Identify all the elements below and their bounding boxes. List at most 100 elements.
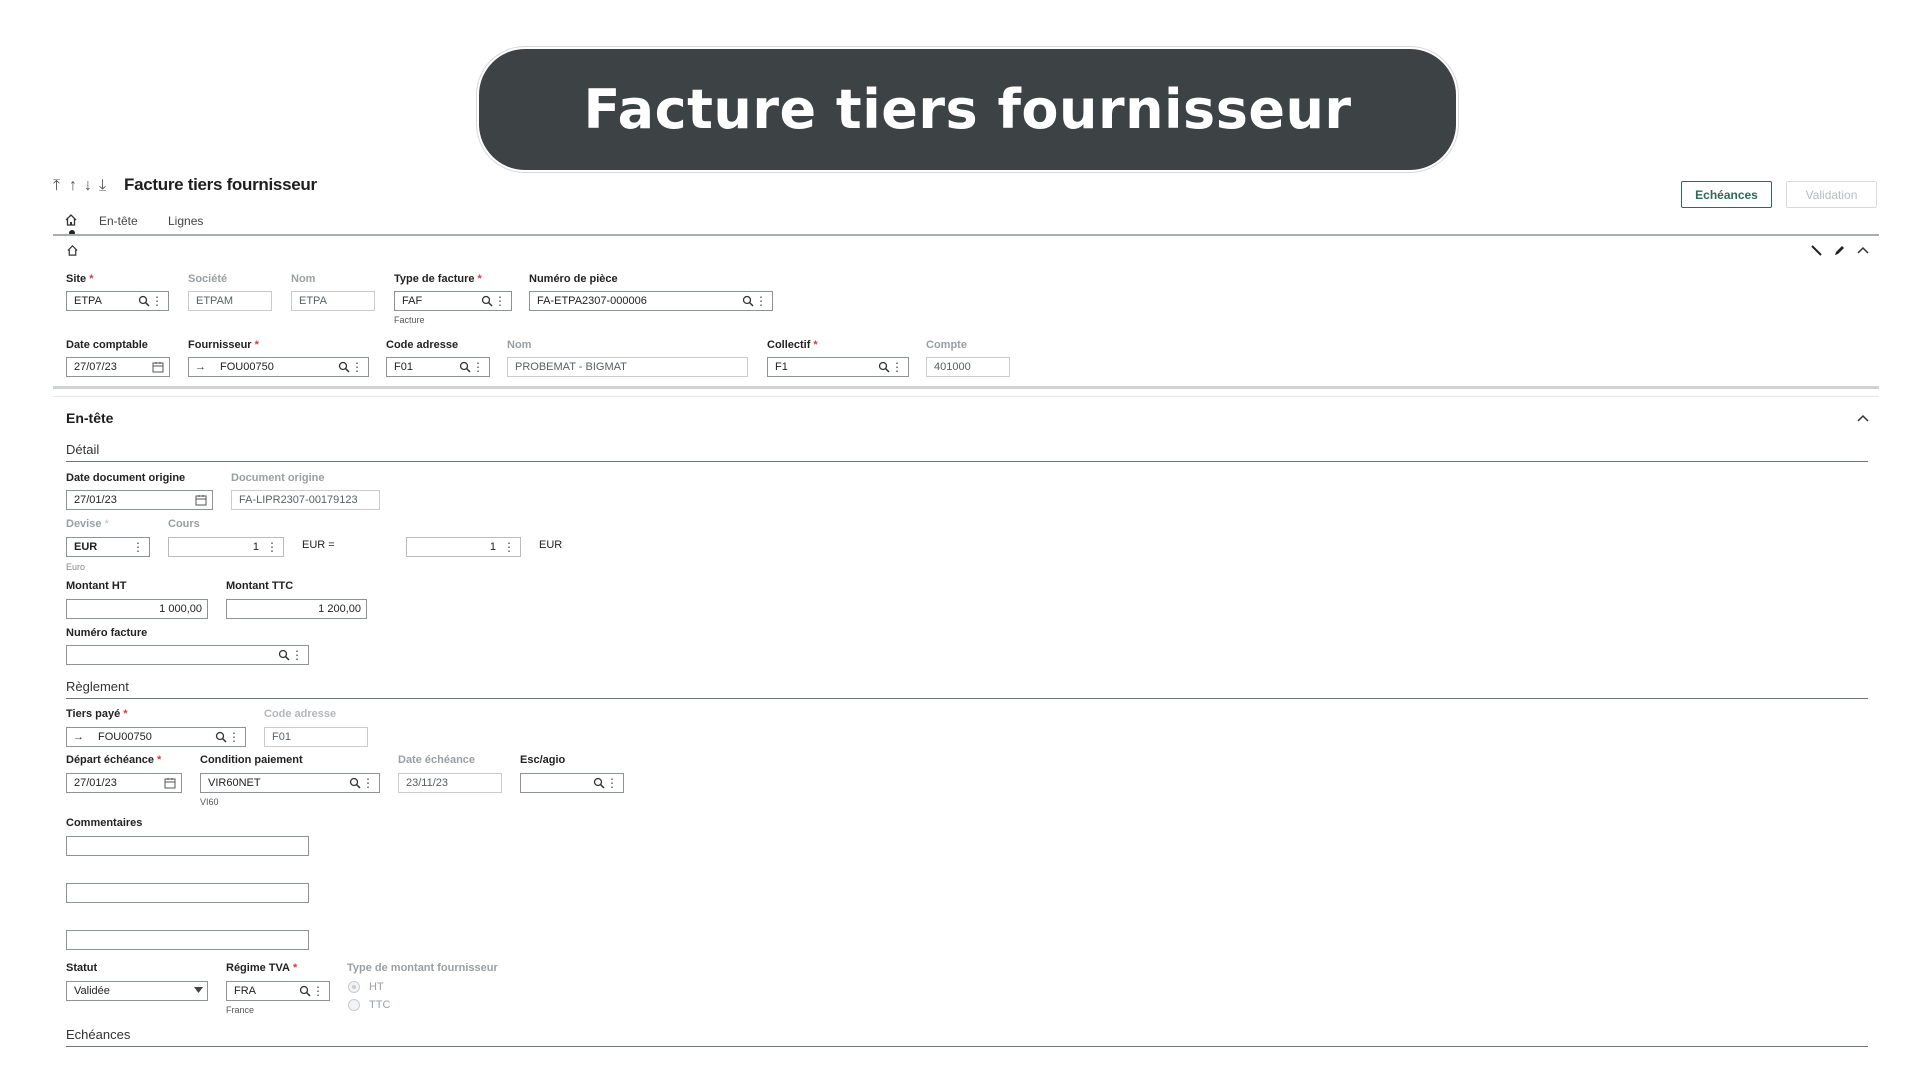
detail-divider bbox=[66, 461, 1868, 462]
devise-field[interactable]: EUR ⋮ bbox=[66, 537, 150, 557]
tab-entete[interactable]: En-tête bbox=[99, 214, 138, 228]
search-icon[interactable] bbox=[338, 361, 350, 373]
date-comptable-label: Date comptable bbox=[66, 339, 148, 351]
more-options-icon[interactable]: ⋮ bbox=[228, 730, 240, 744]
nom-field: ETPA bbox=[291, 291, 375, 311]
search-icon[interactable] bbox=[593, 777, 605, 789]
tunnel-arrow-icon[interactable]: → bbox=[195, 361, 206, 373]
date-echeance-field: 23/11/23 bbox=[398, 773, 502, 793]
search-icon[interactable] bbox=[138, 295, 150, 307]
tunnel-arrow-icon[interactable]: → bbox=[73, 731, 84, 743]
regime-tva-description: France bbox=[226, 1005, 255, 1015]
regime-tva-label: Régime TVA * bbox=[226, 962, 298, 974]
calendar-icon[interactable] bbox=[164, 777, 176, 789]
search-icon[interactable] bbox=[878, 361, 890, 373]
tiers-paye-field[interactable]: → FOU00750 ⋮ bbox=[66, 727, 246, 747]
code-adresse-reglement-field: F01 bbox=[264, 727, 368, 747]
dropdown-caret-icon[interactable] bbox=[194, 987, 203, 993]
more-options-icon[interactable]: ⋮ bbox=[494, 294, 506, 308]
search-icon[interactable] bbox=[481, 295, 493, 307]
regime-tva-field[interactable]: FRA ⋮ bbox=[226, 981, 330, 1001]
more-options-icon[interactable]: ⋮ bbox=[891, 360, 903, 374]
more-options-icon[interactable]: ⋮ bbox=[351, 360, 363, 374]
more-options-icon[interactable]: ⋮ bbox=[755, 294, 767, 308]
validation-button[interactable]: Validation bbox=[1786, 181, 1877, 208]
date-doc-origine-label: Date document origine bbox=[66, 472, 186, 484]
more-options-icon[interactable]: ⋮ bbox=[291, 648, 303, 662]
echeances-section-title: Echéances bbox=[66, 1027, 131, 1042]
type-facture-label: Type de facture * bbox=[394, 273, 482, 285]
chevron-up-icon[interactable] bbox=[1857, 246, 1869, 255]
compte-field: 401000 bbox=[926, 357, 1010, 377]
condition-paiement-field[interactable]: VIR60NET ⋮ bbox=[200, 773, 380, 793]
type-facture-description: Facture bbox=[394, 315, 425, 325]
numero-facture-field[interactable]: ⋮ bbox=[66, 645, 309, 665]
nom-fournisseur-label: Nom bbox=[507, 339, 532, 351]
calendar-icon[interactable] bbox=[195, 494, 207, 506]
more-options-icon[interactable]: ⋮ bbox=[503, 540, 515, 554]
pin-icon[interactable] bbox=[1810, 244, 1823, 257]
montant-ttc-label: Montant TTC bbox=[226, 580, 294, 592]
more-options-icon[interactable]: ⋮ bbox=[312, 984, 324, 998]
societe-label: Société bbox=[188, 273, 228, 285]
depart-echeance-field[interactable]: 27/01/23 bbox=[66, 773, 182, 793]
commentaire-line-3[interactable] bbox=[66, 930, 309, 950]
tab-lignes[interactable]: Lignes bbox=[168, 214, 203, 228]
more-options-icon[interactable]: ⋮ bbox=[132, 540, 144, 554]
previous-record-icon[interactable]: ↑ bbox=[69, 177, 77, 195]
header-block-divider bbox=[53, 386, 1879, 389]
reglement-section-title: Règlement bbox=[66, 679, 129, 694]
search-icon[interactable] bbox=[215, 731, 227, 743]
montant-ht-field[interactable]: 1 000,00 bbox=[66, 599, 208, 619]
search-icon[interactable] bbox=[742, 295, 754, 307]
more-options-icon[interactable]: ⋮ bbox=[266, 540, 278, 554]
detail-section-title: Détail bbox=[66, 442, 100, 457]
societe-field: ETPAM bbox=[188, 291, 272, 311]
echeances-divider bbox=[66, 1046, 1868, 1047]
cours-label: Cours bbox=[168, 518, 200, 530]
next-record-icon[interactable]: ↓ bbox=[84, 177, 92, 195]
search-icon[interactable] bbox=[278, 649, 290, 661]
first-record-icon[interactable]: ⤒ bbox=[53, 177, 60, 195]
radio-ht[interactable] bbox=[348, 981, 360, 993]
fournisseur-field[interactable]: → FOU00750 ⋮ bbox=[188, 357, 369, 377]
type-montant-label: Type de montant fournisseur bbox=[347, 962, 498, 974]
search-icon[interactable] bbox=[459, 361, 471, 373]
echeances-button[interactable]: Echéances bbox=[1681, 181, 1772, 208]
date-doc-origine-field[interactable]: 27/01/23 bbox=[66, 490, 213, 510]
commentaire-line-1[interactable] bbox=[66, 836, 309, 856]
radio-ht-label: HT bbox=[369, 981, 384, 993]
last-record-icon[interactable]: ⤓ bbox=[99, 177, 106, 195]
code-adresse-field[interactable]: F01 ⋮ bbox=[386, 357, 490, 377]
type-facture-field[interactable]: FAF ⋮ bbox=[394, 291, 512, 311]
code-adresse-reglement-label: Code adresse bbox=[264, 708, 337, 720]
esc-agio-field[interactable]: ⋮ bbox=[520, 773, 624, 793]
collectif-field[interactable]: F1 ⋮ bbox=[767, 357, 909, 377]
more-options-icon[interactable]: ⋮ bbox=[472, 360, 484, 374]
more-options-icon[interactable]: ⋮ bbox=[362, 776, 374, 790]
site-label: Site * bbox=[66, 273, 94, 285]
search-icon[interactable] bbox=[349, 777, 361, 789]
nom-fournisseur-field: PROBEMAT - BIGMAT bbox=[507, 357, 748, 377]
more-options-icon[interactable]: ⋮ bbox=[151, 294, 163, 308]
depart-echeance-label: Départ échéance * bbox=[66, 754, 162, 766]
more-options-icon[interactable]: ⋮ bbox=[606, 776, 618, 790]
date-comptable-field[interactable]: 27/07/23 bbox=[66, 357, 170, 377]
statut-select[interactable]: Validée bbox=[66, 981, 208, 1001]
home-icon[interactable] bbox=[64, 213, 78, 227]
chevron-up-icon[interactable] bbox=[1857, 414, 1869, 423]
title-banner: Facture tiers fournisseur bbox=[479, 49, 1456, 170]
site-field[interactable]: ETPA ⋮ bbox=[66, 291, 169, 311]
calendar-icon[interactable] bbox=[152, 361, 164, 373]
radio-ttc[interactable] bbox=[348, 999, 360, 1011]
banner-title: Facture tiers fournisseur bbox=[583, 78, 1352, 141]
montant-ttc-field[interactable]: 1 200,00 bbox=[226, 599, 367, 619]
cours-inverse-field[interactable]: 1 ⋮ bbox=[406, 537, 521, 557]
search-icon[interactable] bbox=[299, 985, 311, 997]
numero-piece-field[interactable]: FA-ETPA2307-000006 ⋮ bbox=[529, 291, 773, 311]
edit-icon[interactable] bbox=[1833, 244, 1846, 257]
commentaire-line-2[interactable] bbox=[66, 883, 309, 903]
collectif-label: Collectif * bbox=[767, 339, 818, 351]
cours-field[interactable]: 1 ⋮ bbox=[168, 537, 284, 557]
tabs-divider bbox=[53, 234, 1879, 236]
